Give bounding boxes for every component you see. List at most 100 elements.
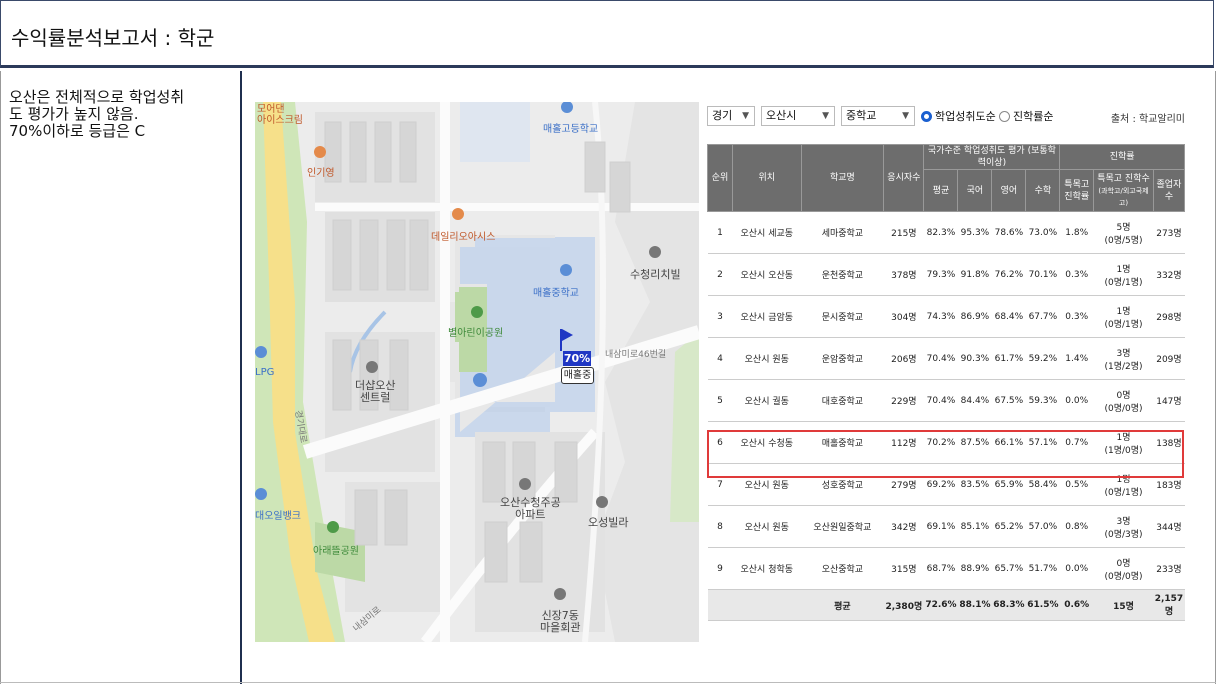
cell-students: 304명 [883,295,924,338]
cell-students: 215명 [883,211,924,254]
city-value: 오산시 [766,109,797,122]
province-value: 경기 [712,109,733,122]
cell-school: 운암중학교 [801,337,884,380]
cell-school: 운천중학교 [801,253,884,296]
special-count-value: 1명 [1116,306,1131,317]
cell-special-rate: 0.3% [1059,295,1094,338]
map-label-desaem-central: 더샵오산 센트럴 [355,379,396,404]
special-count-detail: (0명/3명) [1104,529,1143,540]
cell-graduates: 344명 [1153,505,1185,548]
cell-location: 오산시 금암동 [732,295,802,338]
cell-special-count: 1명 (0명/1명) [1093,463,1154,506]
table-row: 4 오산시 원동 운암중학교 206명 70.4% 90.3% 61.7% 59.2% 1.4%… [707,337,1185,380]
cell-location: 오산시 수청동 [732,421,802,464]
special-count-value: 0명 [1116,390,1131,401]
th-graduates: 졸업자 수 [1152,169,1186,212]
cell-special-rate: 0.5% [1059,463,1094,506]
note-panel: 오산은 전체적으로 학업성취 도 평가가 높지 않음. 70%이하로 등급은 C [0,71,242,684]
cell-location: 오산시 세교동 [732,211,802,254]
cell-rank: 6 [707,421,733,464]
cell-avg: 74.3% [923,295,958,338]
special-count-value: 1명 [1116,264,1131,275]
cell-special-rate: 0.3% [1059,253,1094,296]
level-select[interactable]: 중학교 ▼ [841,106,915,126]
province-select[interactable]: 경기 ▼ [707,106,755,126]
cell-students: 342명 [883,505,924,548]
avg-cell-korean: 88.1% [957,589,992,621]
avg-cell-label: 평균 [801,589,884,621]
marker-name[interactable]: 매홀중 [561,367,594,384]
cell-avg: 82.3% [923,211,958,254]
th-location: 위치 [732,144,802,212]
cell-korean: 86.9% [957,295,992,338]
table-row: 1 오산시 세교동 세마중학교 215명 82.3% 95.3% 78.6% 73.0% 1.8… [707,211,1185,254]
cell-location: 오산시 궐동 [732,379,802,422]
cell-rank: 5 [707,379,733,422]
cell-special-count: 0명 (0명/0명) [1093,379,1154,422]
map-label-dailyoasis: 데일리오아시스 [431,232,496,243]
cell-special-count: 3명 (1명/2명) [1093,337,1154,380]
cell-korean: 84.4% [957,379,992,422]
map-label-osan-apt: 오산수청주공 아파트 [500,496,561,521]
cell-school: 성호중학교 [801,463,884,506]
special-count-value: 3명 [1116,348,1131,359]
map-label-maehol-high: 매홀고등학교 [543,124,599,135]
report-title: 수익률분석보고서 : 학군 [11,26,215,50]
th-english: 영어 [991,169,1027,212]
table-row: 8 오산시 원동 오산원일중학교 342명 69.1% 85.1% 65.2% 57.0% 0.… [707,505,1185,548]
cell-avg: 69.1% [923,505,958,548]
map-label-road-naesam: 내삼미로46번길 [605,350,667,360]
cell-graduates: 138명 [1153,421,1185,464]
cell-graduates: 147명 [1153,379,1185,422]
special-count-detail: (0명/0명) [1104,571,1143,582]
radio-admission[interactable]: 진학률순 [999,108,1053,124]
cell-rank: 9 [707,547,733,590]
school-map[interactable]: 모어댄 아이스크림 인기영 데일리오아시스 매홀고등학교 매홀중학교 별아린이공… [255,102,699,642]
th-rank: 순위 [706,144,734,212]
th-admission-group: 진학률 [1059,144,1185,170]
cell-rank: 7 [707,463,733,506]
th-avg: 평균 [923,169,959,212]
th-special-rate: 특목고 진학률 [1059,169,1095,212]
special-count-value: 1명 [1116,474,1131,485]
radio-achievement-label: 학업성취도순 [935,110,996,123]
note-text: 오산은 전체적으로 학업성취 도 평가가 높지 않음. 70%이하로 등급은 C [9,89,231,140]
cell-location: 오산시 원동 [732,505,802,548]
cell-graduates: 273명 [1153,211,1185,254]
avg-cell-special-rate: 0.6% [1059,589,1094,621]
level-value: 중학교 [846,109,877,122]
school-ranking-table: 순위 위치 학교명 응시자수 국가수준 학업성취도 평가 (보통학력이상) 진학… [706,144,1186,621]
cell-avg: 70.4% [923,379,958,422]
city-select[interactable]: 오산시 ▼ [761,106,835,126]
radio-achievement[interactable]: 학업성취도순 [921,108,996,124]
marker-percent[interactable]: 70% [563,351,591,366]
cell-school: 세마중학교 [801,211,884,254]
cell-empty [707,589,802,621]
cell-avg: 68.7% [923,547,958,590]
cell-english: 67.5% [991,379,1026,422]
map-label-ingiyeong: 인기영 [307,168,335,179]
cell-location: 오산시 오산동 [732,253,802,296]
report-header: 수익률분석보고서 : 학군 [0,0,1214,68]
cell-korean: 88.9% [957,547,992,590]
cell-special-count: 0명 (0명/0명) [1093,547,1154,590]
cell-special-rate: 0.0% [1059,547,1094,590]
th-national-group: 국가수준 학업성취도 평가 (보통학력이상) [923,144,1061,170]
cell-english: 65.9% [991,463,1026,506]
cell-special-rate: 0.7% [1059,421,1094,464]
cell-english: 76.2% [991,253,1026,296]
cell-students: 378명 [883,253,924,296]
avg-cell-students: 2,380명 [883,589,924,621]
th-math: 수학 [1025,169,1061,212]
radio-admission-label: 진학률순 [1013,110,1054,123]
chevron-down-icon: ▼ [902,111,909,121]
cell-location: 오산시 원동 [732,337,802,380]
cell-special-count: 5명 (0명/5명) [1093,211,1154,254]
avg-cell-math: 61.5% [1025,589,1060,621]
table-average-row: 평균 2,380명 72.6% 88.1% 68.3% 61.5% 0.6% 15명 2,157… [707,589,1185,621]
cell-school: 오산중학교 [801,547,884,590]
map-label-arae-park: 아래뜰공원 [313,546,359,557]
chevron-down-icon: ▼ [742,111,749,121]
source-note: 출처 : 학교알리미 [1110,114,1185,125]
cell-avg: 69.2% [923,463,958,506]
